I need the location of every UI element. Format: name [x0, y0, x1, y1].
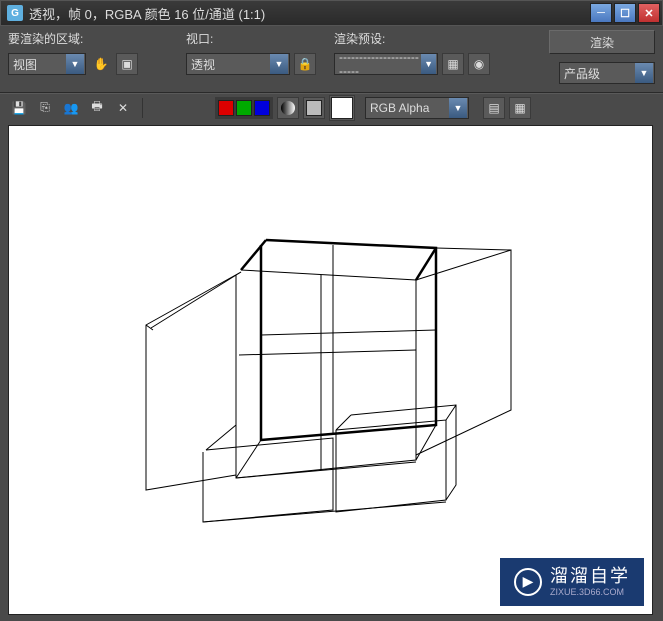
close-button[interactable]: ✕: [638, 3, 660, 23]
print-icon[interactable]: 🖶: [86, 97, 108, 119]
clone-icon[interactable]: 👥: [60, 97, 82, 119]
copy-icon[interactable]: ⎘: [34, 97, 56, 119]
chevron-down-icon: ▼: [449, 98, 467, 118]
alpha-channel-icon[interactable]: [277, 97, 299, 119]
lock-icon[interactable]: 🔒: [294, 53, 316, 75]
play-icon: ▶: [514, 568, 542, 596]
render-toolbar: 要渲染的区域: 视图 ▼ ✋ ▣ 视口: 透视 ▼ 🔒 渲: [0, 26, 663, 93]
viewport-label: 视口:: [186, 30, 326, 47]
preset-value: -------------------------: [339, 50, 421, 78]
rendered-wireframe: [111, 200, 551, 540]
overlay-b-icon[interactable]: ▦: [509, 97, 531, 119]
environment-icon[interactable]: ◉: [468, 53, 490, 75]
preset-dropdown[interactable]: ------------------------- ▼: [334, 53, 438, 75]
viewport-dropdown[interactable]: 透视 ▼: [186, 53, 290, 75]
save-icon[interactable]: 💾: [8, 97, 30, 119]
quality-dropdown[interactable]: 产品级 ▼: [559, 62, 655, 84]
chevron-down-icon: ▼: [635, 63, 653, 83]
preset-label: 渲染预设:: [334, 30, 534, 47]
chevron-down-icon: ▼: [66, 54, 84, 74]
render-setup-icon[interactable]: ▦: [442, 53, 464, 75]
separator: [142, 98, 143, 118]
render-label: 渲染: [590, 34, 614, 51]
maximize-button[interactable]: ☐: [614, 3, 636, 23]
window-controls: ─ ☐ ✕: [590, 3, 660, 23]
clear-icon[interactable]: ✕: [112, 97, 134, 119]
image-toolbar: 💾 ⎘ 👥 🖶 ✕ RGB Alpha ▼ ▤ ▦: [0, 93, 663, 121]
rgb-toggle[interactable]: [215, 97, 273, 119]
red-channel-icon: [218, 100, 234, 116]
chevron-down-icon: ▼: [270, 54, 288, 74]
watermark: ▶ 溜溜自学 ZIXUE.3D66.COM: [500, 558, 644, 606]
render-button[interactable]: 渲染: [549, 30, 655, 54]
area-label: 要渲染的区域:: [8, 30, 178, 47]
overlay-a-icon[interactable]: ▤: [483, 97, 505, 119]
chevron-down-icon: ▼: [421, 54, 436, 74]
pan-icon[interactable]: ✋: [90, 53, 112, 75]
channel-dropdown[interactable]: RGB Alpha ▼: [365, 97, 469, 119]
minimize-button[interactable]: ─: [590, 3, 612, 23]
channel-value: RGB Alpha: [370, 101, 429, 115]
viewport-value: 透视: [191, 56, 215, 73]
green-channel-icon: [236, 100, 252, 116]
swatch-button[interactable]: [329, 95, 355, 121]
area-dropdown[interactable]: 视图 ▼: [8, 53, 86, 75]
area-value: 视图: [13, 56, 37, 73]
watermark-brand: 溜溜自学: [550, 566, 630, 588]
quality-value: 产品级: [564, 65, 600, 82]
gray-chip-icon: [306, 100, 322, 116]
region-select-icon[interactable]: ▣: [116, 53, 138, 75]
render-viewport: ▶ 溜溜自学 ZIXUE.3D66.COM: [8, 125, 653, 615]
mono-channel-icon[interactable]: [303, 97, 325, 119]
watermark-url: ZIXUE.3D66.COM: [550, 587, 630, 598]
white-swatch-icon: [331, 97, 353, 119]
app-icon: G: [7, 5, 23, 21]
blue-channel-icon: [254, 100, 270, 116]
window-title: 透视，帧 0，RGBA 颜色 16 位/通道 (1:1): [29, 4, 590, 23]
titlebar: G 透视，帧 0，RGBA 颜色 16 位/通道 (1:1) ─ ☐ ✕: [0, 0, 663, 26]
